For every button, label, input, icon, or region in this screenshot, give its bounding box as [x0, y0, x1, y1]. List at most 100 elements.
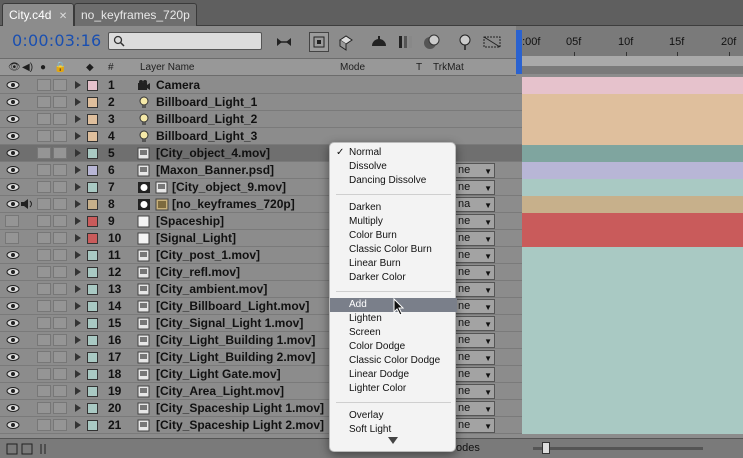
label-color-swatch[interactable] [87, 369, 98, 380]
solo-switch[interactable] [37, 147, 51, 159]
lock-switch[interactable] [53, 419, 67, 431]
layer-duration-bar[interactable] [522, 162, 743, 179]
shy-layers-icon[interactable] [336, 32, 356, 52]
lock-switch[interactable] [53, 130, 67, 142]
solo-switch[interactable] [37, 402, 51, 414]
layer-name[interactable]: [City_Spaceship Light 2.mov] [156, 418, 324, 432]
search-input[interactable] [108, 32, 262, 50]
lock-switch[interactable] [53, 96, 67, 108]
blend-mode-option[interactable]: Soft Light [330, 423, 457, 437]
visibility-eye-icon[interactable] [6, 182, 20, 192]
lock-switch[interactable] [53, 300, 67, 312]
blend-mode-option[interactable]: Darken [330, 201, 457, 215]
trkmat-dropdown[interactable]: ne ▼ [455, 418, 495, 433]
visibility-eye-icon[interactable] [6, 114, 20, 124]
motion-blur-icon[interactable] [396, 32, 416, 52]
blend-mode-option[interactable]: ✓ Normal [330, 146, 457, 160]
audio-icon[interactable] [20, 199, 34, 209]
visibility-eye-icon[interactable] [6, 267, 20, 277]
lock-switch[interactable] [53, 351, 67, 363]
label-color-swatch[interactable] [87, 165, 98, 176]
blend-mode-option[interactable]: Lighter Color [330, 382, 457, 396]
solo-switch[interactable] [37, 215, 51, 227]
lock-switch[interactable] [53, 147, 67, 159]
visibility-eye-icon[interactable] [6, 80, 20, 90]
blend-mode-option[interactable]: Dissolve [330, 160, 457, 174]
comp-mini-flowchart-icon[interactable] [274, 32, 294, 52]
lock-switch[interactable] [53, 198, 67, 210]
close-icon[interactable]: ✕ [59, 11, 67, 22]
layer-duration-bar[interactable] [522, 247, 743, 264]
solo-switch[interactable] [37, 419, 51, 431]
label-color-swatch[interactable] [87, 352, 98, 363]
brainstorm-icon[interactable] [482, 32, 502, 52]
layer-duration-bar[interactable] [522, 298, 743, 315]
blend-mode-option[interactable]: Linear Dodge [330, 368, 457, 382]
layer-name[interactable]: [City_Spaceship Light 1.mov] [156, 401, 324, 415]
expand-triangle-icon[interactable] [75, 336, 81, 344]
lock-switch[interactable] [53, 266, 67, 278]
lock-switch[interactable] [53, 79, 67, 91]
solo-switch[interactable] [37, 249, 51, 261]
lock-switch[interactable] [53, 317, 67, 329]
label-color-swatch[interactable] [87, 131, 98, 142]
layer-duration-bar[interactable] [522, 349, 743, 366]
visibility-eye-icon[interactable] [6, 301, 20, 311]
layer-duration-bar[interactable] [522, 332, 743, 349]
trkmat-dropdown[interactable]: ne ▼ [455, 350, 495, 365]
visibility-eye-icon[interactable] [6, 97, 20, 107]
scroll-down-icon[interactable] [388, 437, 398, 444]
expand-triangle-icon[interactable] [75, 421, 81, 429]
layer-name[interactable]: [Signal_Light] [156, 231, 236, 245]
layer-name[interactable]: Camera [156, 78, 200, 92]
layer-name[interactable]: [City_object_4.mov] [156, 146, 270, 160]
expand-triangle-icon[interactable] [75, 166, 81, 174]
expand-triangle-icon[interactable] [75, 370, 81, 378]
trkmat-dropdown[interactable]: ne ▼ [455, 384, 495, 399]
blend-mode-option[interactable]: Darker Color [330, 271, 457, 285]
visibility-eye-icon[interactable] [6, 148, 20, 158]
frame-blending-icon[interactable] [369, 32, 389, 52]
label-color-swatch[interactable] [87, 114, 98, 125]
layer-name[interactable]: [City_object_9.mov] [172, 180, 286, 194]
layer-row[interactable]: 2 Billboard_Light_1 [0, 94, 743, 111]
layer-name[interactable]: [City_Light_Building 2.mov] [156, 350, 315, 364]
layer-name-column-header[interactable]: Layer Name [140, 62, 194, 73]
layer-name[interactable]: Billboard_Light_1 [156, 95, 257, 109]
visibility-eye-icon[interactable] [6, 318, 20, 328]
layer-duration-bar[interactable] [522, 400, 743, 417]
expand-triangle-icon[interactable] [75, 285, 81, 293]
layer-duration-bar[interactable] [522, 145, 743, 162]
trkmat-dropdown[interactable]: ne ▼ [455, 333, 495, 348]
expand-triangle-icon[interactable] [75, 353, 81, 361]
trkmat-dropdown[interactable]: ne ▼ [455, 163, 495, 178]
label-color-swatch[interactable] [87, 267, 98, 278]
expand-triangle-icon[interactable] [75, 268, 81, 276]
expand-triangle-icon[interactable] [75, 115, 81, 123]
trkmat-dropdown[interactable]: na ▼ [455, 197, 495, 212]
label-tag-icon[interactable]: ◆ [86, 62, 94, 73]
layer-duration-bar[interactable] [522, 179, 743, 196]
label-color-swatch[interactable] [87, 148, 98, 159]
motion-blur-circles-icon[interactable] [422, 32, 442, 52]
work-area-bar[interactable] [520, 56, 743, 66]
tab-no-keyframes[interactable]: no_keyframes_720p [74, 3, 197, 26]
blend-mode-option[interactable]: Color Dodge [330, 340, 457, 354]
label-color-swatch[interactable] [87, 403, 98, 414]
solo-switch[interactable] [37, 164, 51, 176]
label-color-swatch[interactable] [87, 182, 98, 193]
layer-duration-bar[interactable] [522, 366, 743, 383]
trkmat-dropdown[interactable]: ne ▼ [455, 248, 495, 263]
lock-switch[interactable] [53, 402, 67, 414]
tab-city-c4d[interactable]: City.c4d ✕ [2, 3, 75, 27]
layer-duration-bar[interactable] [522, 128, 743, 145]
layer-name[interactable]: [City_post_1.mov] [156, 248, 260, 262]
trkmat-dropdown[interactable]: ne ▼ [455, 299, 495, 314]
toggle-modes-label[interactable]: odes [456, 442, 480, 454]
label-color-swatch[interactable] [87, 97, 98, 108]
solo-switch[interactable] [37, 368, 51, 380]
label-color-swatch[interactable] [87, 216, 98, 227]
current-time-display[interactable]: 0:00:03:16 [12, 31, 101, 50]
layer-name[interactable]: Billboard_Light_2 [156, 112, 257, 126]
label-color-swatch[interactable] [87, 301, 98, 312]
